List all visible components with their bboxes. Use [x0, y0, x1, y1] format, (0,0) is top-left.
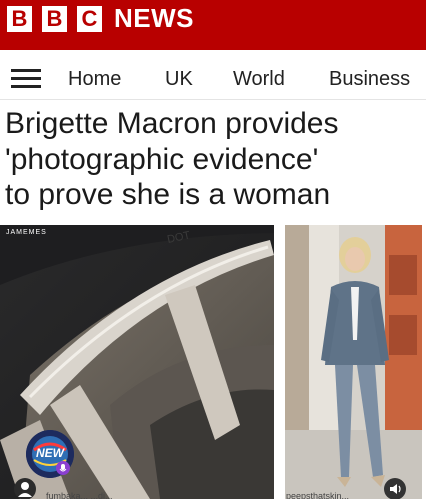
bbc-logo-block-b1: B [7, 6, 32, 32]
article-headline: Brigette Macron provides 'photographic e… [5, 106, 423, 213]
left-image-caption: fumbaka... ...di... [46, 491, 113, 499]
bbc-logo-block-c: C [77, 6, 102, 32]
nav-item-home[interactable]: Home [68, 67, 121, 91]
user-avatar-icon[interactable] [14, 478, 36, 499]
image-watermark: JAMEMES [6, 229, 47, 236]
main-navigation: Home UK World Business [0, 58, 426, 100]
nav-item-world[interactable]: World [233, 67, 285, 91]
bbc-header-bar: B B C NEWS [0, 0, 426, 50]
new-badge-label: NEW [36, 446, 64, 460]
headline-line-1: Brigette Macron provides [5, 107, 339, 140]
headline-line-3: to prove she is a woman [5, 178, 331, 211]
news-wordmark[interactable]: NEWS [114, 4, 194, 32]
nav-item-uk[interactable]: UK [165, 67, 193, 91]
right-image-caption: peepsthatskin... [286, 491, 350, 499]
headline-line-2: 'photographic evidence' [5, 142, 319, 176]
sound-icon[interactable] [384, 478, 406, 499]
nav-item-business[interactable]: Business [329, 67, 410, 91]
hamburger-menu-icon[interactable] [11, 69, 41, 89]
microphone-icon[interactable] [56, 461, 70, 475]
bbc-logo-block-b2: B [42, 6, 67, 32]
standing-person-photo [285, 225, 422, 499]
